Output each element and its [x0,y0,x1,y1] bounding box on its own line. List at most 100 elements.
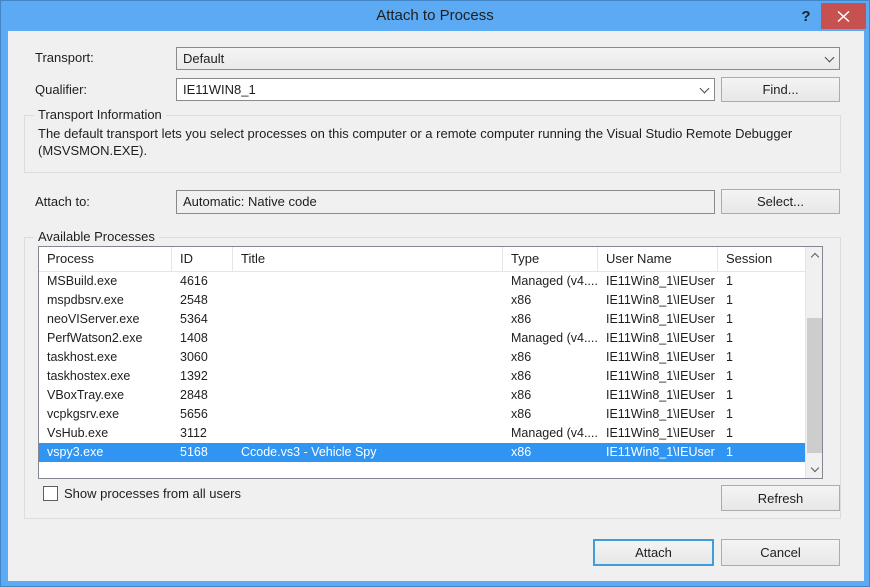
cell-user: IE11Win8_1\IEUser [598,310,718,329]
transport-value: Default [177,51,819,66]
close-button[interactable] [821,3,866,29]
column-header-type[interactable]: Type [503,247,598,271]
cell-process: VBoxTray.exe [39,386,172,405]
cell-process: PerfWatson2.exe [39,329,172,348]
transport-dropdown[interactable]: Default [176,47,840,70]
cell-type: x86 [503,405,598,424]
cell-id: 5364 [172,310,233,329]
process-row-vspy3.exe[interactable]: vspy3.exe5168Ccode.vs3 - Vehicle Spyx86I… [39,443,805,462]
available-processes-title: Available Processes [34,229,159,244]
scrollbar-thumb[interactable] [807,318,822,453]
process-row-mspdbsrv.exe[interactable]: mspdbsrv.exe2548x86IE11Win8_1\IEUser1 [39,291,805,310]
process-row-taskhostex.exe[interactable]: taskhostex.exe1392x86IE11Win8_1\IEUser1 [39,367,805,386]
process-list-content: ProcessIDTitleTypeUser NameSession MSBui… [39,247,805,478]
cell-id: 1392 [172,367,233,386]
process-row-PerfWatson2.exe[interactable]: PerfWatson2.exe1408 Managed (v4....IE11Wi… [39,329,805,348]
column-header-session[interactable]: Session [718,247,805,271]
cell-type: x86 [503,310,598,329]
scroll-down-button[interactable] [806,461,823,478]
cell-type: Managed (v4.... [503,272,598,291]
scroll-up-button[interactable] [806,247,823,264]
qualifier-label: Qualifier: [35,82,87,97]
chevron-down-icon [810,464,818,472]
cell-id: 4616 [172,272,233,291]
cell-session: 1 [718,291,805,310]
cell-type: x86 [503,367,598,386]
attach-to-field[interactable]: Automatic: Native code [176,190,715,214]
column-header-title[interactable]: Title [233,247,503,271]
chevron-down-icon [699,83,709,93]
process-row-VsHub.exe[interactable]: VsHub.exe3112Managed (v4....IE11Win8_1\I… [39,424,805,443]
cell-process: mspdbsrv.exe [39,291,172,310]
dialog-title: Attach to Process [1,7,869,24]
cell-id: 2848 [172,386,233,405]
cell-title [233,272,503,291]
transport-information-text: The default transport lets you select pr… [38,125,810,159]
cell-id: 1408 [172,329,233,348]
help-button[interactable]: ? [795,6,817,28]
cell-session: 1 [718,443,805,462]
cell-type: Managed (v4.... [503,329,598,348]
cell-process: VsHub.exe [39,424,172,443]
transport-dropdown-arrow[interactable] [819,48,839,69]
column-header-user-name[interactable]: User Name [598,247,718,271]
qualifier-combobox[interactable]: IE11WIN8_1 [176,78,715,101]
attach-button[interactable]: Attach [593,539,714,566]
cell-session: 1 [718,310,805,329]
cell-session: 1 [718,424,805,443]
chevron-down-icon [824,52,834,62]
attach-to-process-dialog: Attach to Process ? Transport: Default Q… [0,0,870,587]
cell-process: neoVIServer.exe [39,310,172,329]
cancel-button[interactable]: Cancel [721,539,840,566]
cell-session: 1 [718,405,805,424]
column-header-id[interactable]: ID [172,247,233,271]
show-all-users-checkbox[interactable] [43,486,58,501]
cell-title [233,291,503,310]
cell-title [233,405,503,424]
cell-type: Managed (v4.... [503,424,598,443]
cell-user: IE11Win8_1\IEUser [598,329,718,348]
dialog-body: Transport: Default Qualifier: IE11WIN8_1… [8,31,864,581]
table-scrollbar[interactable] [805,247,822,478]
transport-label: Transport: [35,50,94,65]
qualifier-dropdown-arrow[interactable] [694,79,714,100]
cell-session: 1 [718,348,805,367]
cell-user: IE11Win8_1\IEUser [598,405,718,424]
chevron-up-icon [810,253,818,261]
find-button[interactable]: Find... [721,77,840,102]
refresh-button[interactable]: Refresh [721,485,840,511]
cell-user: IE11Win8_1\IEUser [598,424,718,443]
cell-user: IE11Win8_1\IEUser [a... [598,348,718,367]
help-icon: ? [801,8,810,25]
process-row-VBoxTray.exe[interactable]: VBoxTray.exe2848x86IE11Win8_1\IEUser1 [39,386,805,405]
process-row-vcpkgsrv.exe[interactable]: vcpkgsrv.exe5656x86IE11Win8_1\IEUser1 [39,405,805,424]
cell-title [233,424,503,443]
cell-title [233,310,503,329]
cell-title [233,329,503,348]
cell-process: vcpkgsrv.exe [39,405,172,424]
cell-type: x86 [503,443,598,462]
show-all-users-label[interactable]: Show processes from all users [64,486,241,501]
attach-to-label: Attach to: [35,194,90,209]
process-row-MSBuild.exe[interactable]: MSBuild.exe4616 Managed (v4....IE11Win8_1… [39,272,805,291]
cell-session: 1 [718,329,805,348]
cell-id: 5168 [172,443,233,462]
cell-process: MSBuild.exe [39,272,172,291]
cell-type: x86 [503,348,598,367]
cell-user: IE11Win8_1\IEUser [598,272,718,291]
cell-type: x86 [503,291,598,310]
cell-session: 1 [718,272,805,291]
cell-id: 2548 [172,291,233,310]
column-header-process[interactable]: Process [39,247,172,271]
title-bar[interactable]: Attach to Process ? [1,1,869,31]
cell-user: IE11Win8_1\IEUser [598,386,718,405]
cell-title [233,386,503,405]
cell-user: IE11Win8_1\IEUser [598,367,718,386]
process-row-neoVIServer.exe[interactable]: neoVIServer.exe5364 x86IE11Win8_1\IEUser1 [39,310,805,329]
select-button[interactable]: Select... [721,189,840,214]
cell-id: 3060 [172,348,233,367]
process-row-taskhost.exe[interactable]: taskhost.exe3060x86IE11Win8_1\IEUser [a.… [39,348,805,367]
cell-session: 1 [718,367,805,386]
cell-user: IE11Win8_1\IEUser [598,443,718,462]
process-list-header: ProcessIDTitleTypeUser NameSession [39,247,805,272]
